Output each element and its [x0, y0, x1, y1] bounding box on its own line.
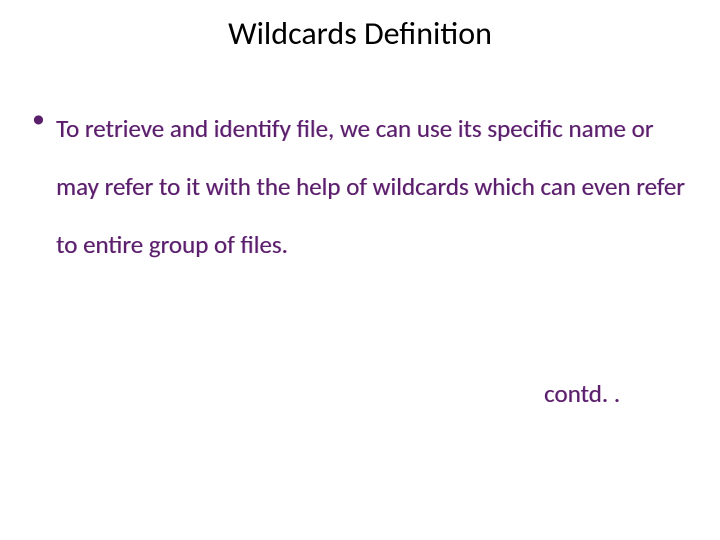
continued-label: contd. .	[544, 378, 620, 409]
slide: Wildcards Definition • To retrieve and i…	[0, 0, 720, 540]
bullet-marker: •	[30, 100, 56, 136]
bullet-item: • To retrieve and identify file, we can …	[30, 100, 690, 274]
slide-body: • To retrieve and identify file, we can …	[30, 100, 690, 274]
bullet-text: To retrieve and identify file, we can us…	[56, 100, 690, 274]
slide-title: Wildcards Definition	[0, 14, 720, 53]
